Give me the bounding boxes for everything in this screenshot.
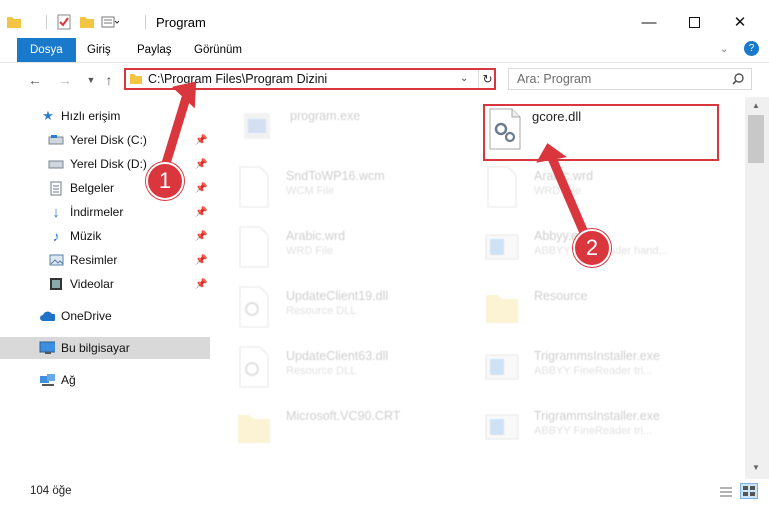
arrow-2 — [547, 153, 590, 240]
item-count: 104 öğe — [30, 485, 72, 497]
callout-badge-2: 2 — [573, 229, 611, 267]
arrow-1 — [159, 93, 191, 175]
arrow-2-head — [536, 143, 568, 163]
details-view-icon[interactable] — [719, 486, 733, 501]
callout-badge-1: 1 — [146, 162, 184, 200]
status-bar: 104 öğe — [0, 479, 769, 519]
annotation-arrows — [159, 81, 590, 240]
large-icons-view-icon[interactable] — [740, 483, 758, 499]
